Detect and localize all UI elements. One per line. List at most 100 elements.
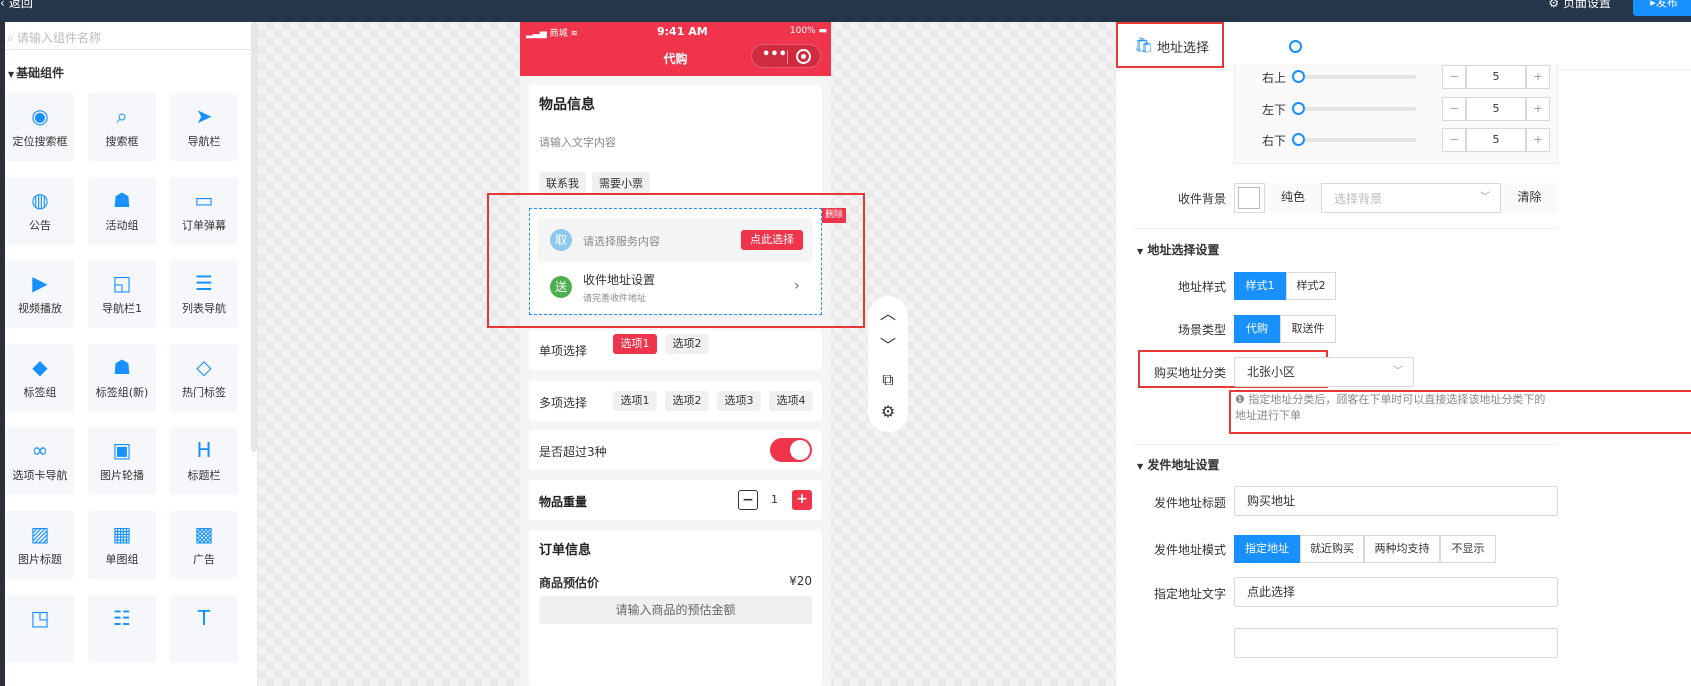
component-announcement[interactable]: ◍ 公告 — [6, 177, 74, 245]
more-icon[interactable]: ••• — [762, 47, 787, 62]
radius-slider[interactable] — [1292, 102, 1416, 115]
component-order-barrage[interactable]: ▭ 订单弹幕 — [170, 177, 238, 245]
style-option-2[interactable]: 样式2 — [1286, 272, 1336, 300]
mini-program-capsule[interactable]: ••• — [751, 44, 821, 68]
address-row[interactable]: 送 收件地址设置 请完善收件地址 › — [538, 267, 813, 311]
ship-mode-nearby[interactable]: 就近购买 — [1300, 535, 1364, 563]
item-info-input[interactable]: 请输入文字内容 — [539, 134, 616, 150]
component-tab-nav[interactable]: ∞ 选项卡导航 — [6, 427, 74, 495]
component-text[interactable]: T — [170, 595, 238, 663]
publish-button[interactable]: ▸发布 — [1633, 0, 1691, 16]
decrement-button[interactable]: − — [1442, 97, 1466, 121]
fixed-text-input[interactable]: 点此选择 — [1234, 577, 1558, 607]
fixed-text-label: 指定地址文字 — [1153, 587, 1226, 601]
plus-icon[interactable]: + — [792, 490, 812, 510]
page-settings-button[interactable]: ⚙ 页面设置 — [1548, 0, 1611, 11]
minus-icon[interactable]: − — [738, 490, 758, 510]
ship-title-input[interactable]: 购买地址 — [1234, 486, 1558, 516]
delete-badge[interactable]: 删除 — [822, 208, 846, 223]
slider-knob[interactable] — [1292, 70, 1305, 83]
switch-label: 是否超过3种 — [539, 445, 607, 459]
move-down-icon[interactable]: ﹀ — [878, 336, 898, 356]
color-swatch[interactable] — [1238, 187, 1260, 209]
item-info-card[interactable]: 物品信息 请输入文字内容 联系我 需要小票 — [529, 85, 822, 197]
activity-group-icon: ☗ — [113, 188, 131, 212]
component-search-box[interactable]: ⌕ 搜索框 — [88, 93, 156, 161]
address-settings-section[interactable]: ▼ 地址选择设置 — [1137, 241, 1219, 258]
copy-icon[interactable]: ⧉ — [878, 370, 898, 390]
service-row[interactable]: 取 请选择服务内容 点此选择 — [538, 218, 813, 262]
weight-label: 物品重量 — [539, 495, 588, 509]
battery-icon: ▬ — [818, 26, 827, 36]
radius-value-input[interactable]: 5 — [1466, 65, 1526, 89]
component-tag-group[interactable]: ◆ 标签组 — [6, 344, 74, 412]
component-image-title[interactable]: ▨ 图片标题 — [6, 511, 74, 579]
component-single-image[interactable]: ▦ 单图组 — [88, 511, 156, 579]
address-component-selected[interactable]: 取 请选择服务内容 点此选择 送 收件地址设置 请完善收件地址 › — [529, 208, 822, 315]
more-than-3-toggle[interactable] — [770, 438, 812, 462]
decrement-button[interactable]: − — [1442, 128, 1466, 152]
bg-select[interactable]: 选择背景 — [1334, 190, 1382, 207]
scene-option-pickup[interactable]: 取送件 — [1280, 315, 1336, 343]
tag-chip[interactable]: 联系我 — [539, 172, 586, 194]
group-basic-components[interactable]: ▼ 基础组件 — [8, 64, 64, 81]
solid-color-button[interactable]: 纯色 — [1264, 183, 1322, 213]
ship-mode-none[interactable]: 不显示 — [1440, 535, 1496, 563]
single-option-2[interactable]: 选项2 — [665, 334, 709, 354]
slider-knob[interactable] — [1292, 102, 1305, 115]
close-target-icon[interactable] — [796, 49, 811, 64]
layout-icon: ◳ — [30, 606, 50, 630]
component-navbar1[interactable]: ◱ 导航栏1 — [88, 260, 156, 328]
component-video-play[interactable]: ▶ 视频播放 — [6, 260, 74, 328]
increment-button[interactable]: + — [1526, 128, 1550, 152]
clear-bg-button[interactable]: 清除 — [1500, 183, 1558, 213]
radius-value-input[interactable]: 5 — [1466, 128, 1526, 152]
increment-button[interactable]: + — [1526, 97, 1550, 121]
category-select[interactable]: 北张小区 ﹀ — [1234, 357, 1414, 387]
tag-chip[interactable]: 需要小票 — [592, 172, 650, 194]
decrement-button[interactable]: − — [1442, 65, 1466, 89]
component-search-input[interactable]: ⌕ 请输入组件名称 — [5, 28, 251, 50]
component-tag-group-new[interactable]: ☗ 标签组(新) — [88, 344, 156, 412]
sidebar-scrollbar[interactable] — [251, 22, 257, 452]
slider-knob[interactable] — [1292, 133, 1305, 146]
style-option-1[interactable]: 样式1 — [1234, 272, 1286, 300]
search-icon: ⌕ — [7, 31, 14, 45]
gear-icon: ⚙ — [1548, 0, 1560, 10]
single-option-1[interactable]: 选项1 — [613, 334, 657, 354]
component-stack[interactable]: ☷ — [88, 595, 156, 663]
move-up-icon[interactable]: ︿ — [878, 304, 898, 324]
scene-option-purchase[interactable]: 代购 — [1234, 315, 1280, 343]
component-navigation-arrow[interactable]: ➤ 导航栏 — [170, 93, 238, 161]
component-activity-group[interactable]: ☗ 活动组 — [88, 177, 156, 245]
component-hot-tag[interactable]: ◇ 热门标签 — [170, 344, 238, 412]
ship-mode-fixed[interactable]: 指定地址 — [1234, 535, 1300, 563]
component-title-bar[interactable]: H 标题栏 — [170, 427, 238, 495]
next-input-partial[interactable] — [1234, 628, 1558, 658]
component-location-search[interactable]: ◉ 定位搜索框 — [6, 93, 74, 161]
style-label: 地址样式 — [1177, 280, 1226, 294]
back-button[interactable]: ‹ 返回 — [0, 0, 37, 11]
ship-mode-both[interactable]: 两种均支持 — [1364, 535, 1440, 563]
component-image-carousel[interactable]: ▣ 图片轮播 — [88, 427, 156, 495]
component-layout[interactable]: ◳ — [6, 595, 74, 663]
location-search-icon: ◉ — [31, 104, 49, 128]
multi-option-4[interactable]: 选项4 — [769, 391, 813, 411]
component-list-nav[interactable]: ☰ 列表导航 — [170, 260, 238, 328]
radius-slider[interactable] — [1292, 133, 1416, 146]
hot-tag-icon: ◇ — [196, 355, 212, 379]
component-ad[interactable]: ▩ 广告 — [170, 511, 238, 579]
multi-option-3[interactable]: 选项3 — [717, 391, 761, 411]
radius-slider[interactable] — [1292, 70, 1416, 83]
radius-value-input[interactable]: 5 — [1466, 97, 1526, 121]
text-icon: T — [197, 606, 211, 630]
settings-gear-icon[interactable]: ⚙ — [878, 402, 898, 422]
multi-option-1[interactable]: 选项1 — [613, 391, 657, 411]
price-input[interactable]: 请输入商品的预估金额 — [539, 596, 812, 624]
multi-option-2[interactable]: 选项2 — [665, 391, 709, 411]
component-label: 标签组 — [23, 386, 57, 399]
ship-settings-section[interactable]: ▼ 发件地址设置 — [1137, 456, 1219, 473]
weight-value: 1 — [771, 493, 778, 506]
increment-button[interactable]: + — [1526, 65, 1550, 89]
select-service-button[interactable]: 点此选择 — [741, 230, 803, 250]
